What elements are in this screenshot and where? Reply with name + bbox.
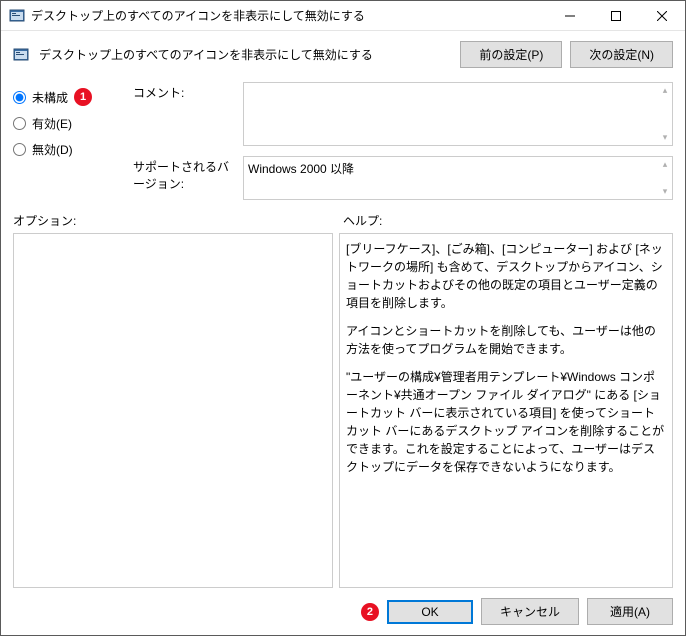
radio-disabled-input[interactable] (13, 143, 26, 156)
supported-label: サポートされるバージョン: (133, 156, 233, 200)
help-paragraph: "ユーザーの構成¥管理者用テンプレート¥Windows コンポーネント¥共通オー… (346, 368, 666, 476)
minimize-icon (565, 11, 575, 21)
radio-label: 未構成 (32, 89, 68, 106)
footer: 2 OK キャンセル 適用(A) (1, 588, 685, 635)
ok-button[interactable]: OK (387, 600, 473, 624)
help-paragraph: [ブリーフケース]、[ごみ箱]、[コンピューター] および [ネットワークの場所… (346, 240, 666, 312)
panes: [ブリーフケース]、[ごみ箱]、[コンピューター] および [ネットワークの場所… (1, 233, 685, 588)
policy-icon (9, 8, 25, 24)
fields: コメント: ▴▾ サポートされるバージョン: Windows 2000 以降 ▴… (133, 82, 673, 200)
options-label: オプション: (13, 212, 333, 229)
radio-not-configured-input[interactable] (13, 91, 26, 104)
pane-labels: オプション: ヘルプ: (1, 200, 685, 233)
minimize-button[interactable] (547, 1, 593, 30)
next-setting-button[interactable]: 次の設定(N) (570, 41, 673, 68)
radio-disabled[interactable]: 無効(D) (13, 136, 123, 162)
comment-textarea[interactable]: ▴▾ (243, 82, 673, 146)
config-section: 未構成 1 有効(E) 無効(D) コメント: ▴▾ サポートされるバージ (1, 82, 685, 200)
supported-textarea: Windows 2000 以降 ▴▾ (243, 156, 673, 200)
radio-label: 有効(E) (32, 115, 72, 132)
previous-setting-button[interactable]: 前の設定(P) (460, 41, 562, 68)
close-button[interactable] (639, 1, 685, 30)
cancel-button[interactable]: キャンセル (481, 598, 579, 625)
scroll-hint: ▴▾ (660, 85, 670, 143)
annotation-badge-2: 2 (361, 603, 379, 621)
annotation-badge-1: 1 (74, 88, 92, 106)
close-icon (657, 11, 667, 21)
comment-row: コメント: ▴▾ (133, 82, 673, 146)
policy-icon (13, 47, 29, 63)
supported-value: Windows 2000 以降 (248, 162, 354, 176)
radio-enabled-input[interactable] (13, 117, 26, 130)
state-radios: 未構成 1 有効(E) 無効(D) (13, 82, 123, 200)
supported-row: サポートされるバージョン: Windows 2000 以降 ▴▾ (133, 156, 673, 200)
help-paragraph: アイコンとショートカットを削除しても、ユーザーは他の方法を使ってプログラムを開始… (346, 322, 666, 358)
help-label: ヘルプ: (343, 212, 382, 229)
radio-not-configured[interactable]: 未構成 1 (13, 84, 123, 110)
window-controls (547, 1, 685, 30)
header: デスクトップ上のすべてのアイコンを非表示にして無効にする 前の設定(P) 次の設… (1, 31, 685, 82)
policy-title: デスクトップ上のすべてのアイコンを非表示にして無効にする (39, 46, 450, 63)
help-pane[interactable]: [ブリーフケース]、[ごみ箱]、[コンピューター] および [ネットワークの場所… (339, 233, 673, 588)
options-pane (13, 233, 333, 588)
maximize-icon (611, 11, 621, 21)
window-title: デスクトップ上のすべてのアイコンを非表示にして無効にする (31, 7, 547, 24)
maximize-button[interactable] (593, 1, 639, 30)
comment-label: コメント: (133, 82, 233, 146)
policy-editor-window: デスクトップ上のすべてのアイコンを非表示にして無効にする デスクトップ上のすべて… (0, 0, 686, 636)
radio-enabled[interactable]: 有効(E) (13, 110, 123, 136)
titlebar: デスクトップ上のすべてのアイコンを非表示にして無効にする (1, 1, 685, 31)
scroll-hint: ▴▾ (660, 159, 670, 197)
apply-button[interactable]: 適用(A) (587, 598, 673, 625)
nav-buttons: 前の設定(P) 次の設定(N) (460, 41, 673, 68)
radio-label: 無効(D) (32, 141, 73, 158)
